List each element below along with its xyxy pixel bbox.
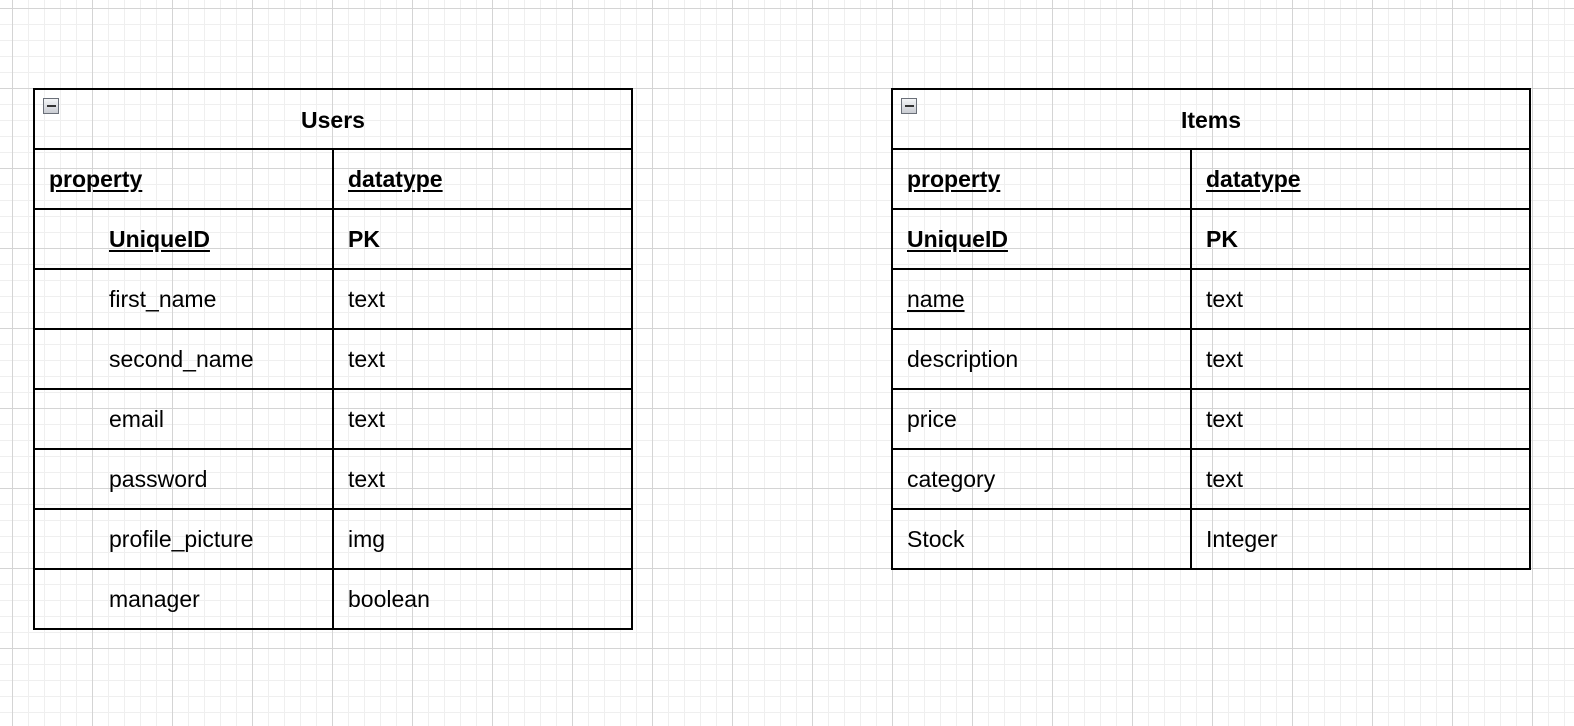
items-row-property: category: [893, 450, 1192, 508]
users-row-property: first_name: [35, 270, 334, 328]
table-row[interactable]: profile_picture img: [35, 510, 631, 570]
table-row[interactable]: second_name text: [35, 330, 631, 390]
users-table[interactable]: Users property datatype UniqueID PK firs…: [33, 88, 633, 630]
users-row-property: profile_picture: [35, 510, 334, 568]
diagram-canvas[interactable]: Users property datatype UniqueID PK firs…: [0, 0, 1574, 726]
items-pk-property: UniqueID: [893, 210, 1192, 268]
items-row-property: Stock: [893, 510, 1192, 568]
users-row-property: password: [35, 450, 334, 508]
items-pk-datatype: PK: [1206, 225, 1238, 252]
items-header-property: property: [893, 150, 1192, 208]
items-row-property: name: [893, 270, 1192, 328]
items-table-header: Items: [893, 90, 1529, 150]
items-row-datatype: text: [1206, 405, 1244, 432]
users-row-property: second_name: [35, 330, 334, 388]
users-row-datatype: boolean: [348, 585, 430, 612]
users-row-datatype: img: [348, 525, 386, 552]
users-row-datatype: text: [348, 285, 386, 312]
collapse-minus-icon[interactable]: [43, 98, 59, 114]
users-row-datatype: text: [348, 345, 386, 372]
users-header-property: property: [35, 150, 334, 208]
table-row[interactable]: manager boolean: [35, 570, 631, 628]
users-row-datatype: text: [348, 465, 386, 492]
users-row-property: email: [35, 390, 334, 448]
table-row[interactable]: password text: [35, 450, 631, 510]
users-table-header: Users: [35, 90, 631, 150]
users-column-header-row: property datatype: [35, 150, 631, 210]
table-row[interactable]: Stock Integer: [893, 510, 1529, 568]
items-column-header-row: property datatype: [893, 150, 1529, 210]
table-row[interactable]: name text: [893, 270, 1529, 330]
users-pk-property: UniqueID: [35, 210, 334, 268]
table-row[interactable]: price text: [893, 390, 1529, 450]
table-row[interactable]: description text: [893, 330, 1529, 390]
table-row[interactable]: first_name text: [35, 270, 631, 330]
users-header-datatype: datatype: [348, 165, 443, 192]
users-row-property: manager: [35, 570, 334, 628]
items-row-property: price: [893, 390, 1192, 448]
users-pk-row[interactable]: UniqueID PK: [35, 210, 631, 270]
collapse-minus-icon[interactable]: [901, 98, 917, 114]
items-row-property: description: [893, 330, 1192, 388]
users-pk-datatype: PK: [348, 225, 380, 252]
items-row-datatype: text: [1206, 285, 1244, 312]
items-pk-row[interactable]: UniqueID PK: [893, 210, 1529, 270]
items-table[interactable]: Items property datatype UniqueID PK name…: [891, 88, 1531, 570]
items-header-datatype: datatype: [1206, 165, 1301, 192]
items-row-datatype: text: [1206, 345, 1244, 372]
table-row[interactable]: email text: [35, 390, 631, 450]
items-table-title: Items: [1180, 106, 1242, 133]
items-row-datatype: text: [1206, 465, 1244, 492]
users-row-datatype: text: [348, 405, 386, 432]
items-row-datatype: Integer: [1206, 525, 1278, 552]
table-row[interactable]: category text: [893, 450, 1529, 510]
users-table-title: Users: [301, 106, 365, 133]
